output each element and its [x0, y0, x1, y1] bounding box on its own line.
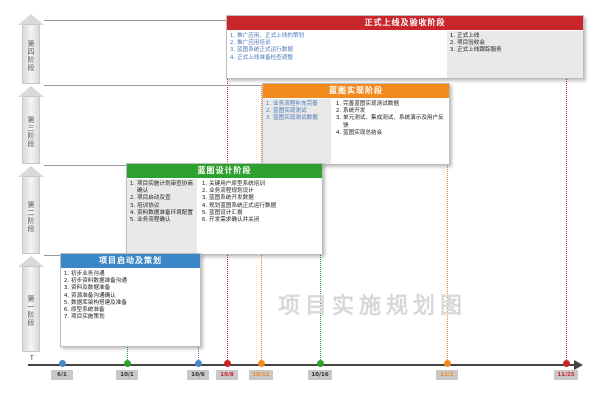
timeline-tick [224, 360, 231, 367]
timeline-axis [28, 364, 578, 366]
connector-phase2 [44, 165, 126, 166]
task-item: 蓝图实现测试数据 [273, 115, 331, 122]
timeline-date-label: 10/16 [308, 370, 332, 380]
task-item: 规划蓝图系统正式运行数据 [209, 203, 322, 210]
task-item: 项目实施策划 [71, 314, 200, 321]
task-item: 蓝图系统开发数据 [209, 195, 322, 202]
stage-golive-tasks-1: 推广应用、正式上线的策划推广应用培训蓝图系统正式运行数据正式上线准备检查调整 [227, 31, 445, 78]
timeline-start-label: T [30, 355, 34, 362]
timeline-date-label: 10/8 [216, 370, 238, 380]
stage-blueprint: 蓝图设计阶段 项目实施计划审查协商确认项目启动及宣培训协议资料数据准备环境配置业… [126, 163, 323, 255]
project-plan-diagram: 第四阶段 第三阶段 第二阶段 第一阶段 正式上线及验收阶段 推广应用、正式上线的… [0, 0, 600, 400]
task-item: 资源准备沟通确认 [71, 293, 200, 300]
timeline-tick [195, 360, 202, 367]
timeline-date-label: 11/2 [436, 370, 458, 380]
stage-blueprint-tasks-1: 项目实施计划审查协商确认项目启动及宣培训协议资料数据准备环境配置业务流程确认 [127, 179, 197, 254]
timeline-date-label: 11/25 [554, 370, 578, 380]
timeline-tick [444, 360, 451, 367]
phase-label: 第一阶段 [27, 295, 35, 327]
task-item: 单元测试、集成测试、系统演示及用户反馈 [343, 115, 449, 129]
stage-title: 蓝图实现阶段 [263, 84, 449, 98]
stage-title: 项目启动及策划 [61, 254, 200, 268]
stage-realize-tasks-2: 完善蓝图实现测试数据系统开发单元测试、集成测试、系统演示及用户反馈蓝图实现总结会 [333, 99, 449, 164]
timeline-date-label: 10/1 [116, 370, 138, 380]
phase-arrow-1: 第一阶段 [18, 256, 44, 352]
task-item: 资料及数据准备 [71, 285, 200, 292]
timeline-tick [59, 360, 66, 367]
connector-phase4 [44, 20, 226, 21]
phase-arrow-3: 第三阶段 [18, 86, 44, 164]
task-item: 蓝图实现总结会 [343, 130, 449, 137]
timeline-tick [563, 360, 570, 367]
task-item: 业务流程确认 [137, 217, 197, 224]
task-item: 数据库架构搭建及准备 [71, 300, 200, 307]
task-item: 蓝图系统正式运行数据 [237, 47, 445, 54]
task-item: 项目实施计划审查协商确认 [137, 181, 197, 195]
timeline-date-label: 10/11 [249, 370, 273, 380]
timeline-arrowhead [574, 360, 583, 370]
connector-phase3 [44, 85, 262, 86]
task-item: 开发需求确认并关闭 [209, 217, 322, 224]
task-item: 资料数据准备环境配置 [137, 210, 197, 217]
phase-label: 第四阶段 [27, 40, 35, 72]
task-item: 正式上线准备检查调整 [237, 55, 445, 62]
timeline-date-label: 10/6 [187, 370, 209, 380]
stage-realize: 蓝图实现阶段 业务流程补充完善蓝图实现测试蓝图实现测试数据 完善蓝图实现测试数据… [262, 83, 450, 165]
phase-arrow-2: 第二阶段 [18, 166, 44, 254]
stage-golive-tasks-2: 正式上线项目验收会正式上线跟踪服务 [447, 31, 583, 78]
phase-label: 第二阶段 [27, 201, 35, 233]
stage-launch: 项目启动及策划 初步业务沟通初步资料数据准备沟通资料及数据准备资源准备沟通确认数… [60, 253, 201, 347]
task-item: 培训协议 [137, 203, 197, 210]
task-item: 正式上线跟踪服务 [457, 47, 583, 54]
watermark-text: 项目实施规划图 [278, 294, 468, 319]
stage-title: 正式上线及验收阶段 [227, 16, 583, 30]
timeline-tick [317, 360, 324, 367]
task-item: 项目启动及宣 [137, 195, 197, 202]
phase-arrow-4: 第四阶段 [18, 14, 44, 84]
stage-golive: 正式上线及验收阶段 推广应用、正式上线的策划推广应用培训蓝图系统正式运行数据正式… [226, 15, 584, 79]
phase-label: 第三阶段 [27, 116, 35, 148]
timeline-tick [124, 360, 131, 367]
stage-blueprint-tasks-2: 关键用户原型系统培训业务流程规划设计蓝图系统开发数据规划蓝图系统正式运行数据蓝图… [199, 179, 322, 254]
timeline-tick [258, 360, 265, 367]
stage-title: 蓝图设计阶段 [127, 164, 322, 178]
stage-realize-tasks-1: 业务流程补充完善蓝图实现测试蓝图实现测试数据 [263, 99, 331, 164]
timeline-date-label: 6/1 [51, 370, 73, 380]
task-item: 蓝图设计汇报 [209, 210, 322, 217]
stage-launch-tasks-1: 初步业务沟通初步资料数据准备沟通资料及数据准备资源准备沟通确认数据库架构搭建及准… [61, 269, 200, 346]
